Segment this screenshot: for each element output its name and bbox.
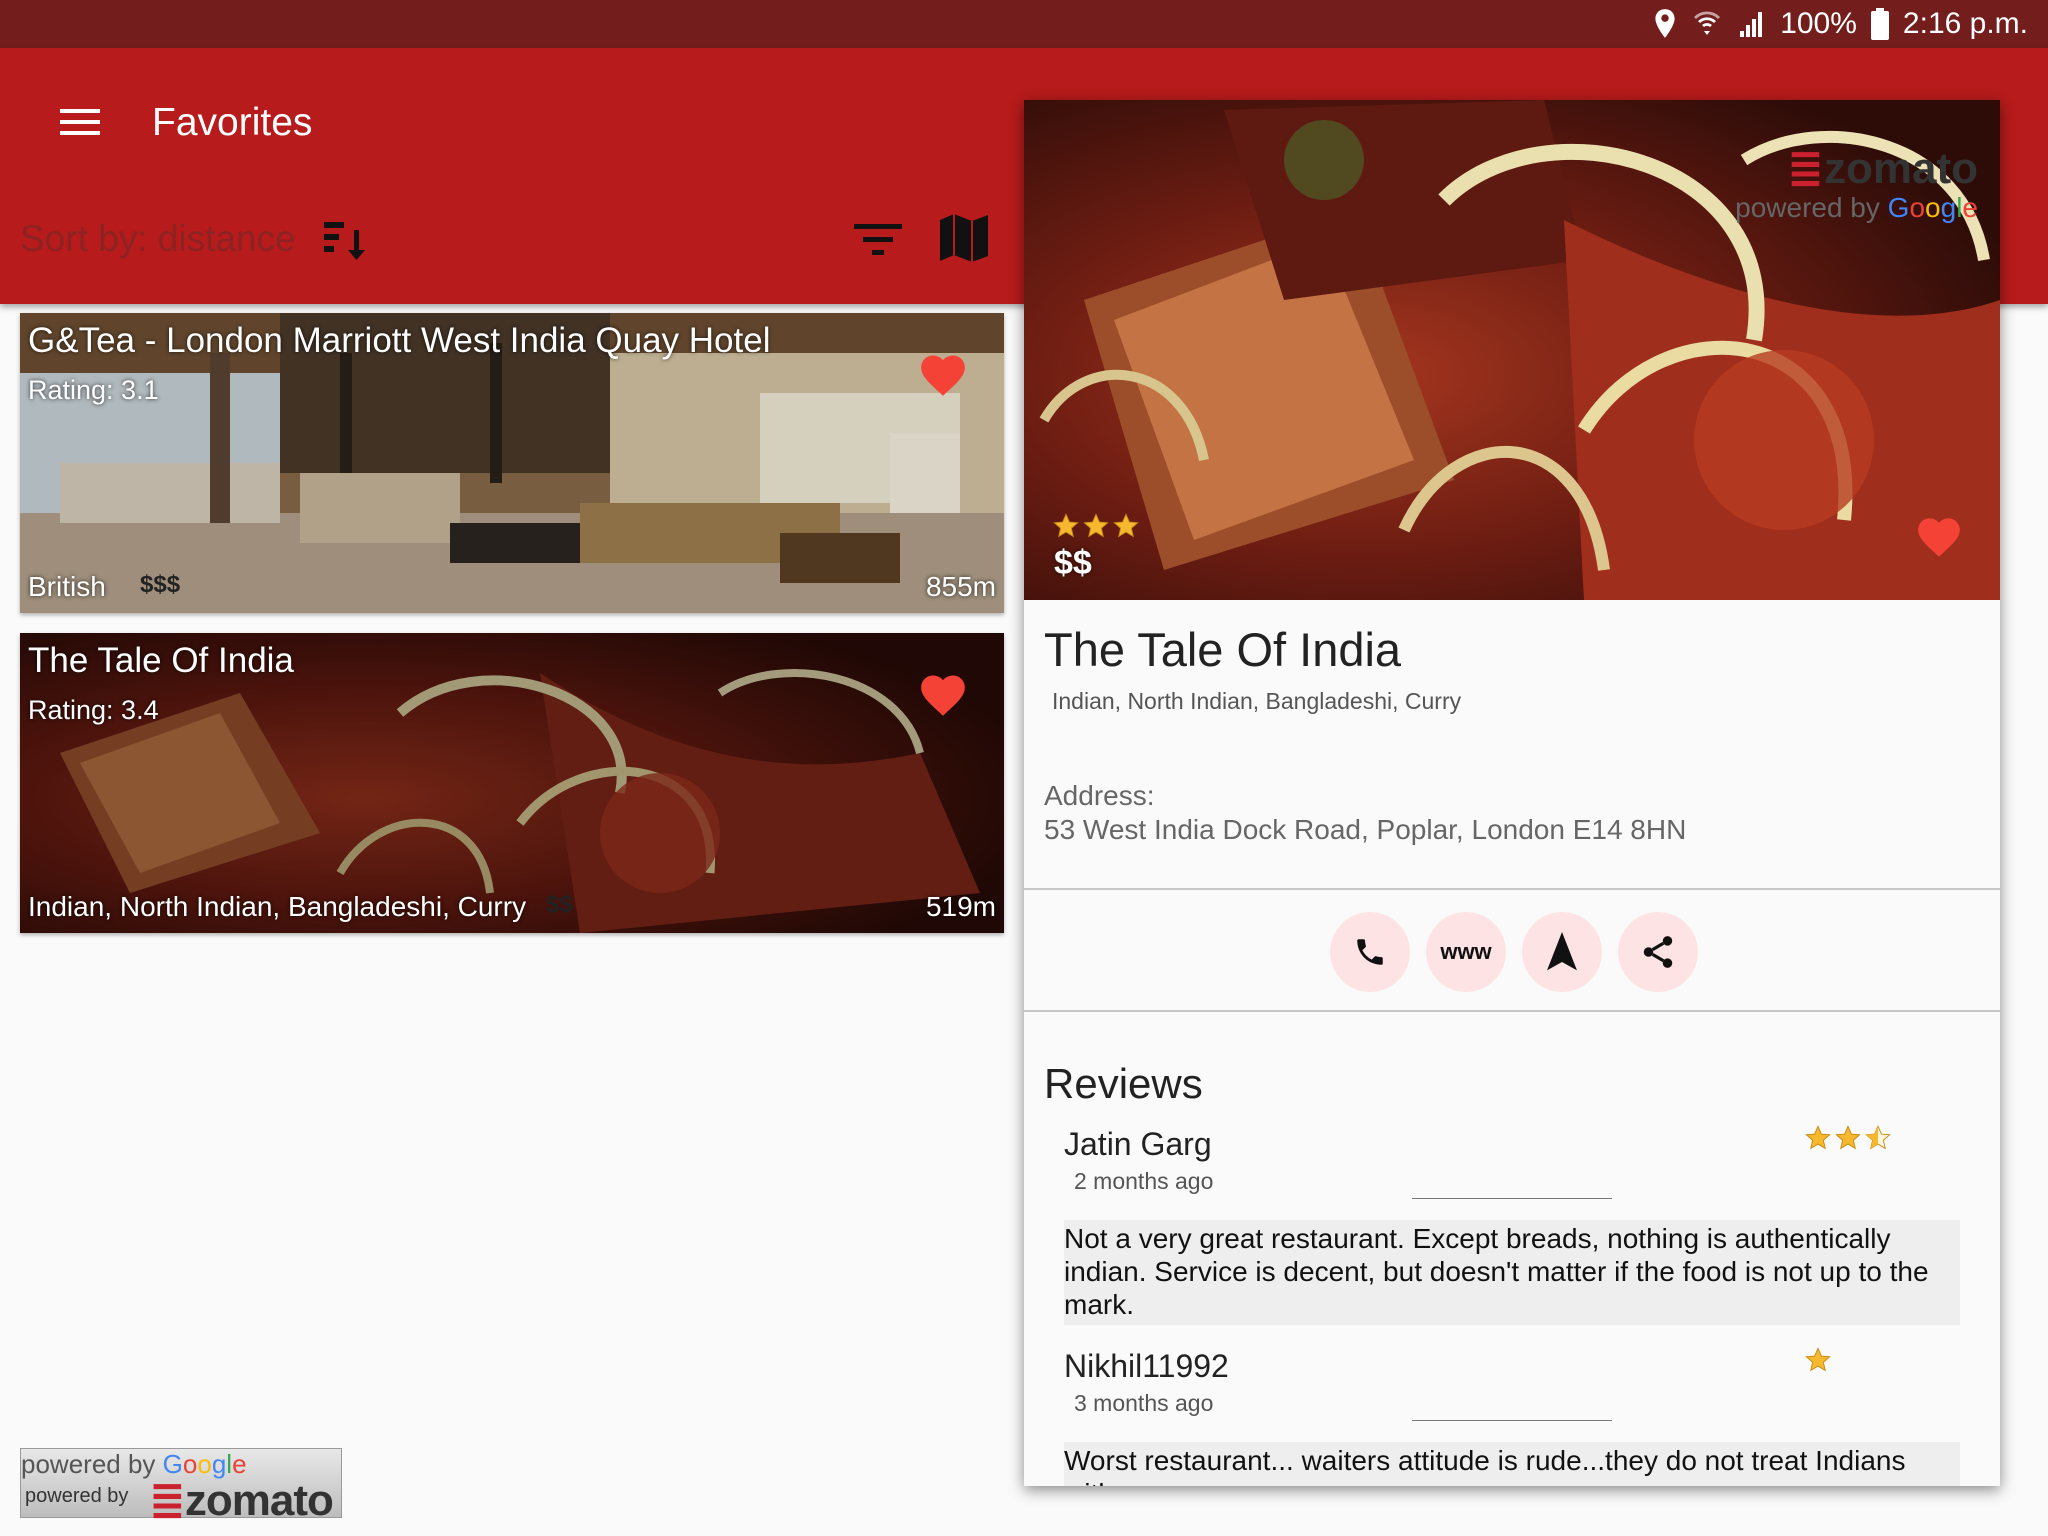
divider	[1024, 888, 2000, 890]
sort-icon[interactable]	[318, 214, 370, 266]
review-author: Jatin Garg	[1064, 1126, 1212, 1162]
location-icon	[1655, 9, 1675, 38]
divider	[1412, 1198, 1612, 1199]
menu-icon	[60, 109, 100, 135]
sort-label[interactable]: Sort by: distance	[20, 214, 296, 264]
address-value[interactable]: 53 West India Dock Road, Poplar, London …	[1044, 814, 1686, 846]
star-icon	[1112, 512, 1140, 540]
restaurant-cuisine: Indian, North Indian, Bangladeshi, Curry	[1052, 688, 1462, 714]
menu-button[interactable]	[48, 90, 112, 154]
navigation-icon	[1547, 932, 1577, 971]
attribution-logo: powered by Google powered by ≣zomato	[20, 1448, 342, 1525]
restaurant-price: $$$	[140, 571, 181, 598]
restaurant-cuisine: Indian, North Indian, Bangladeshi, Curry	[28, 891, 527, 922]
divider	[1024, 1010, 2000, 1012]
review-text: Worst restaurant... waiters attitude is …	[1064, 1442, 1960, 1486]
restaurant-cuisine: British	[28, 571, 106, 602]
review-rating-stars	[1804, 1124, 1892, 1152]
restaurant-distance: 519m	[925, 891, 996, 922]
battery-percent: 100%	[1780, 7, 1857, 40]
reviews-heading: Reviews	[1044, 1060, 1203, 1107]
star-icon	[1804, 1346, 1832, 1374]
restaurant-card[interactable]: G&Tea - London Marriott West India Quay …	[20, 313, 1004, 613]
powered-by-text: powered by	[25, 1485, 129, 1507]
restaurant-rating: Rating: 3.4	[28, 695, 159, 725]
hero-image: ≣zomato powered by Google $$	[1024, 100, 2000, 600]
star-icon	[1804, 1124, 1832, 1152]
price-level: $$	[1054, 544, 1092, 582]
signal-icon	[1740, 12, 1763, 37]
review-time: 2 months ago	[1074, 1168, 1214, 1194]
page-title: Favorites	[152, 101, 313, 144]
star-icon	[1834, 1124, 1862, 1152]
review-rating-stars	[1804, 1346, 1832, 1374]
powered-by-text: powered by	[1735, 192, 1880, 223]
powered-by-text: powered by	[21, 1449, 156, 1479]
restaurant-distance: 855m	[925, 571, 996, 602]
filter-icon[interactable]	[850, 214, 908, 266]
restaurant-rating: Rating: 3.1	[28, 375, 159, 405]
review-time: 3 months ago	[1074, 1390, 1214, 1416]
navigate-button[interactable]	[1522, 912, 1602, 992]
wifi-icon	[1694, 11, 1721, 35]
www-icon: www	[1440, 939, 1492, 964]
restaurant-name: G&Tea - London Marriott West India Quay …	[28, 321, 771, 360]
favorite-heart-icon[interactable]	[1914, 512, 1964, 558]
map-icon[interactable]	[936, 210, 992, 266]
clock: 2:16 p.m.	[1902, 7, 2028, 40]
star-icon	[1052, 512, 1080, 540]
zomato-logo: ≣zomato	[149, 1476, 334, 1525]
restaurant-title: The Tale Of India	[1044, 623, 1402, 676]
review-author: Nikhil11992	[1064, 1348, 1229, 1384]
status-bar: 100% 2:16 p.m.	[0, 0, 2048, 48]
website-button[interactable]: www	[1426, 912, 1506, 992]
phone-icon	[1357, 939, 1383, 965]
star-icon	[1082, 512, 1110, 540]
favorite-heart-icon[interactable]	[916, 349, 970, 397]
restaurant-name: The Tale Of India	[28, 641, 294, 680]
favorite-heart-icon[interactable]	[916, 669, 970, 717]
share-button[interactable]	[1618, 912, 1698, 992]
share-icon	[1643, 936, 1673, 968]
google-logo: Google	[1887, 192, 1978, 223]
star-half-icon	[1865, 1125, 1891, 1150]
divider	[1412, 1420, 1612, 1421]
restaurant-card[interactable]: The Tale Of India Rating: 3.4 Indian, No…	[20, 633, 1004, 933]
review-text: Not a very great restaurant. Except brea…	[1064, 1220, 1960, 1325]
attribution-logo: ≣zomato powered by Google	[1735, 146, 1978, 224]
call-button[interactable]	[1330, 912, 1410, 992]
zomato-logo: ≣zomato	[1787, 144, 1978, 193]
restaurant-detail-panel: ≣zomato powered by Google $$ The Tale Of…	[1024, 100, 2000, 1486]
rating-stars	[1052, 512, 1140, 540]
restaurant-price: $$	[546, 891, 573, 918]
battery-icon	[1870, 8, 1889, 40]
address-label: Address:	[1044, 780, 1155, 811]
